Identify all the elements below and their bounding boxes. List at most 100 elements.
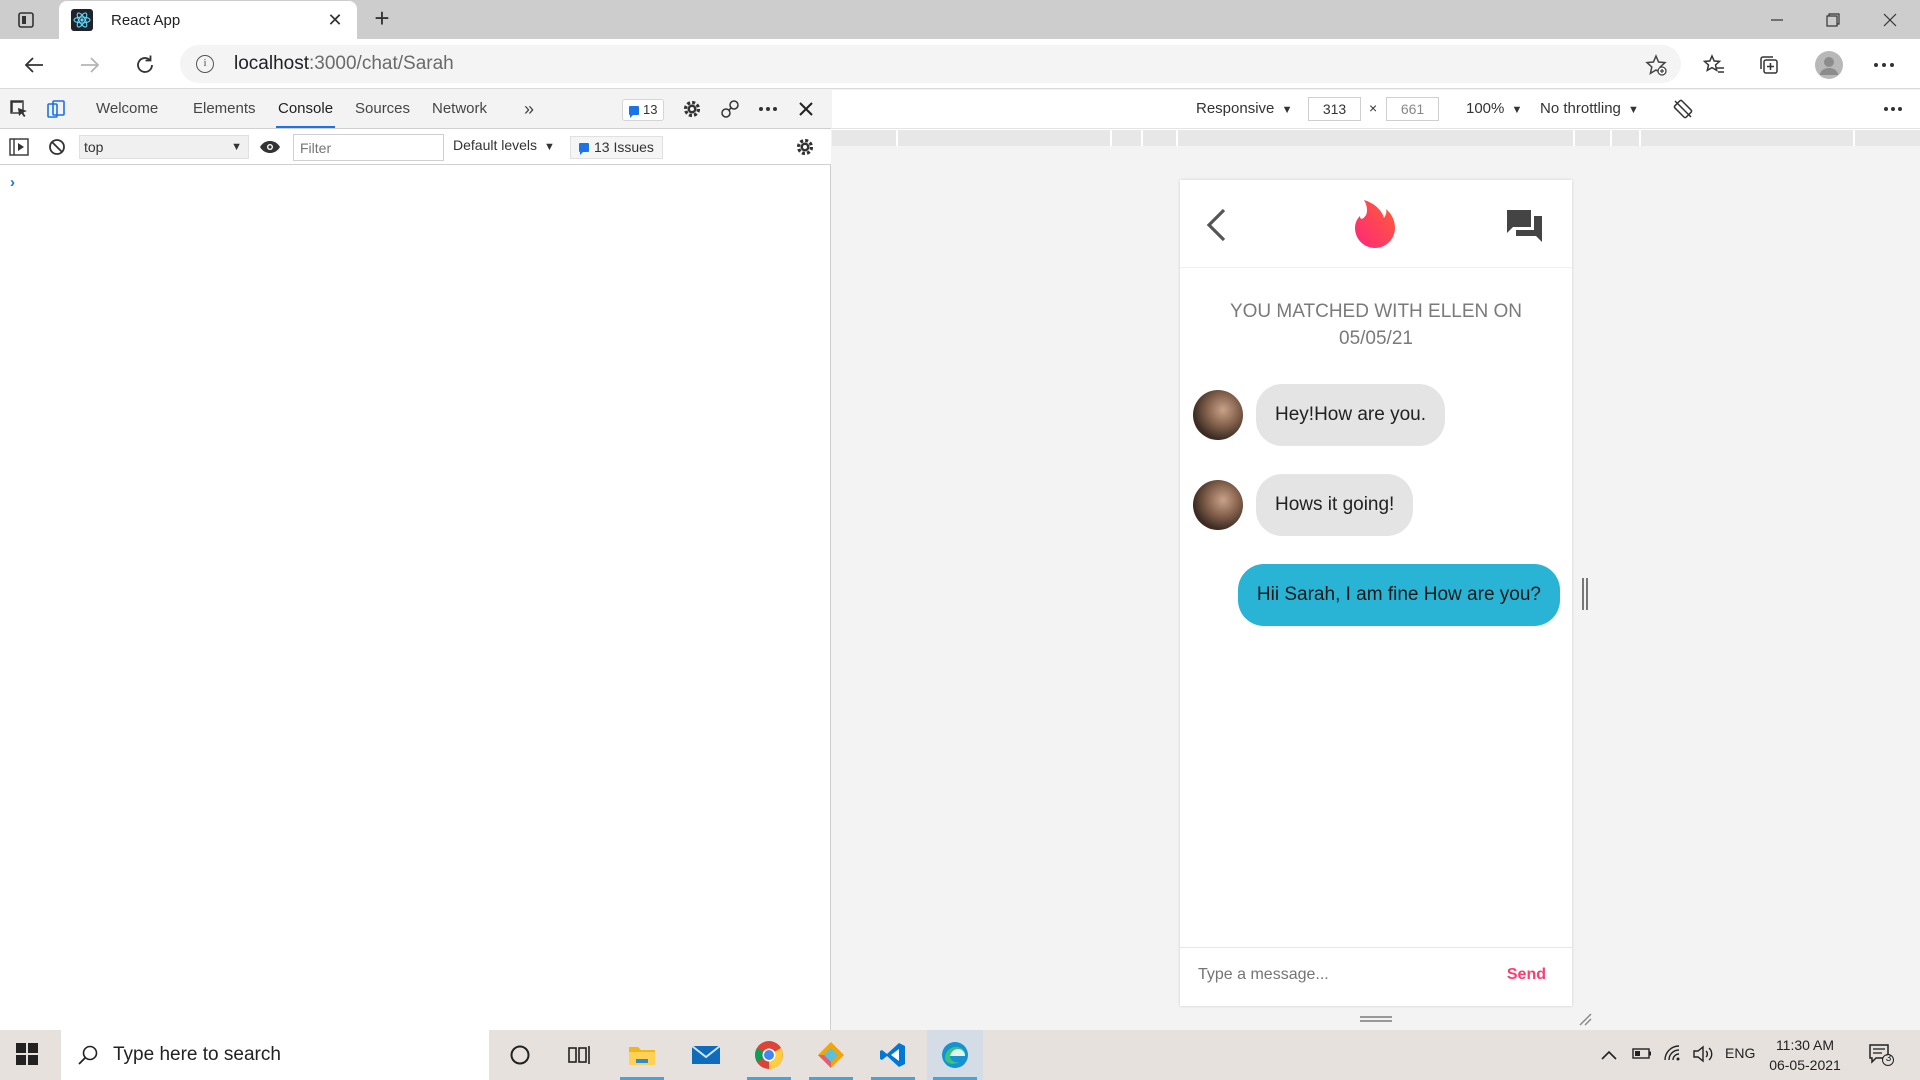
arrow-left-icon — [24, 57, 43, 73]
message-composer: Send — [1180, 947, 1572, 1006]
add-favorite-icon[interactable] — [1645, 54, 1667, 76]
task-view-icon[interactable] — [551, 1030, 607, 1080]
chevron-down-icon: ▼ — [1628, 104, 1639, 116]
collections-button[interactable] — [1753, 49, 1785, 81]
device-select[interactable]: Responsive ▼ — [1196, 100, 1292, 117]
url-host: localhost — [234, 53, 309, 74]
new-tab-button[interactable]: + — [368, 5, 396, 33]
console-prompt-icon[interactable]: › — [10, 174, 15, 191]
message-row-self: Hii Sarah, I am fine How are you? — [1237, 564, 1560, 626]
zoom-select[interactable]: 100% ▼ — [1466, 100, 1522, 117]
device-more-icon[interactable] — [1882, 98, 1904, 120]
send-button[interactable]: Send — [1507, 966, 1546, 984]
site-info-icon[interactable]: i — [196, 55, 214, 73]
cortana-icon[interactable] — [492, 1030, 548, 1080]
throttling-select[interactable]: No throttling ▼ — [1540, 100, 1639, 117]
tinder-flame-logo-icon[interactable] — [1352, 197, 1398, 249]
settings-more-button[interactable] — [1868, 49, 1900, 81]
device-toolbar: Responsive ▼ 313 × 661 100% ▼ No throttl… — [832, 90, 1920, 129]
devtools-more-icon[interactable] — [757, 98, 779, 120]
viewport-width-input[interactable]: 313 — [1308, 97, 1361, 121]
tab-elements[interactable]: Elements — [193, 90, 256, 128]
context-select[interactable]: top ▼ — [79, 135, 249, 159]
more-tabs-icon[interactable]: » — [518, 98, 540, 120]
profile-button[interactable] — [1811, 47, 1847, 83]
sender-avatar[interactable] — [1193, 390, 1243, 440]
message-row: Hey!How are you. — [1193, 384, 1446, 446]
taskbar-search[interactable]: Type here to search — [61, 1030, 489, 1080]
tab-network[interactable]: Network — [432, 90, 487, 128]
tab-actions-icon[interactable] — [14, 8, 38, 32]
log-levels-dropdown[interactable]: Default levels ▼ — [453, 137, 555, 153]
notification-center-icon[interactable]: 3 — [1868, 1043, 1894, 1067]
browser-tab-strip: React App ✕ + — [0, 0, 1920, 39]
gitkraken-icon[interactable] — [803, 1030, 859, 1080]
volume-icon[interactable] — [1692, 1045, 1714, 1066]
sender-avatar[interactable] — [1193, 480, 1243, 530]
chevron-down-icon: ▼ — [543, 141, 555, 153]
console-filter-input[interactable] — [293, 134, 444, 161]
message-input[interactable] — [1198, 966, 1478, 984]
chat-bubbles-icon[interactable] — [1503, 204, 1547, 248]
address-bar[interactable]: i localhost:3000/chat/Sarah — [180, 45, 1681, 83]
show-hidden-icons-chevron-icon[interactable] — [1601, 1047, 1617, 1063]
refresh-button[interactable] — [129, 49, 161, 81]
rotate-icon[interactable] — [1672, 98, 1694, 120]
tab-console[interactable]: Console — [275, 90, 336, 128]
message-icon — [629, 105, 639, 118]
system-clock[interactable]: 11:30 AM 06-05-2021 — [1765, 1035, 1845, 1075]
close-devtools-icon[interactable] — [795, 98, 817, 120]
context-value: top — [84, 139, 104, 155]
windows-start-icon[interactable] — [16, 1043, 38, 1065]
favorites-icon — [1703, 54, 1724, 73]
viewport-resize-handle-right[interactable] — [1582, 578, 1588, 610]
media-query-ruler[interactable] — [832, 130, 1920, 146]
settings-gear-icon[interactable] — [681, 98, 703, 120]
search-placeholder: Type here to search — [113, 1044, 281, 1065]
windows-taskbar: Type here to search ENG 11:30 AM 06-05-2… — [0, 1030, 1920, 1080]
tab-title: React App — [111, 11, 181, 29]
chrome-icon[interactable] — [741, 1030, 797, 1080]
device-label: Responsive — [1196, 100, 1275, 117]
restore-window-button[interactable] — [1805, 0, 1861, 39]
console-settings-gear-icon[interactable] — [794, 136, 816, 158]
tab-welcome[interactable]: Welcome — [96, 90, 158, 128]
back-button[interactable] — [18, 49, 50, 81]
edge-icon[interactable] — [927, 1030, 983, 1080]
arrow-right-icon — [81, 57, 100, 73]
app-viewport: YOU MATCHED WITH ELLEN ON 05/05/21 Hey!H… — [1180, 180, 1572, 1006]
inspect-element-icon[interactable] — [8, 98, 30, 120]
tab-sources[interactable]: Sources — [355, 90, 410, 128]
connection-icon[interactable] — [719, 98, 741, 120]
battery-icon[interactable] — [1632, 1046, 1652, 1063]
device-toolbar-icon[interactable] — [45, 98, 67, 120]
close-tab-icon[interactable]: ✕ — [325, 10, 345, 31]
viewport-resize-handle-bottom[interactable] — [1360, 1016, 1392, 1022]
mail-icon[interactable] — [678, 1030, 734, 1080]
live-expression-eye-icon[interactable] — [259, 136, 281, 158]
input-language[interactable]: ENG — [1725, 1045, 1755, 1061]
sidebar-toggle-icon[interactable] — [8, 136, 30, 158]
close-window-button[interactable] — [1862, 0, 1918, 39]
messages-badge[interactable]: 13 — [622, 99, 665, 121]
file-explorer-icon[interactable] — [614, 1030, 670, 1080]
forward-button[interactable] — [74, 49, 106, 81]
issue-icon — [579, 143, 589, 155]
browser-tab[interactable]: React App ✕ — [59, 1, 357, 39]
clear-console-icon[interactable] — [46, 136, 68, 158]
wifi-icon[interactable] — [1663, 1044, 1683, 1065]
favorites-button[interactable] — [1698, 49, 1730, 81]
zoom-label: 100% — [1466, 100, 1505, 117]
viewport-resize-corner-icon[interactable] — [1578, 1012, 1592, 1026]
viewport-height-input[interactable]: 661 — [1386, 97, 1439, 121]
react-favicon-icon — [71, 9, 93, 31]
issues-button[interactable]: 13 Issues — [570, 136, 663, 159]
minimize-window-button[interactable] — [1749, 0, 1805, 39]
refresh-icon — [137, 55, 153, 73]
vscode-icon[interactable] — [865, 1030, 921, 1080]
message-bubble: Hows it going! — [1256, 474, 1414, 536]
collections-icon — [1760, 56, 1778, 74]
back-arrow-icon[interactable] — [1200, 202, 1232, 248]
match-notice: YOU MATCHED WITH ELLEN ON 05/05/21 — [1229, 301, 1523, 349]
clock-time: 11:30 AM — [1775, 1037, 1835, 1053]
